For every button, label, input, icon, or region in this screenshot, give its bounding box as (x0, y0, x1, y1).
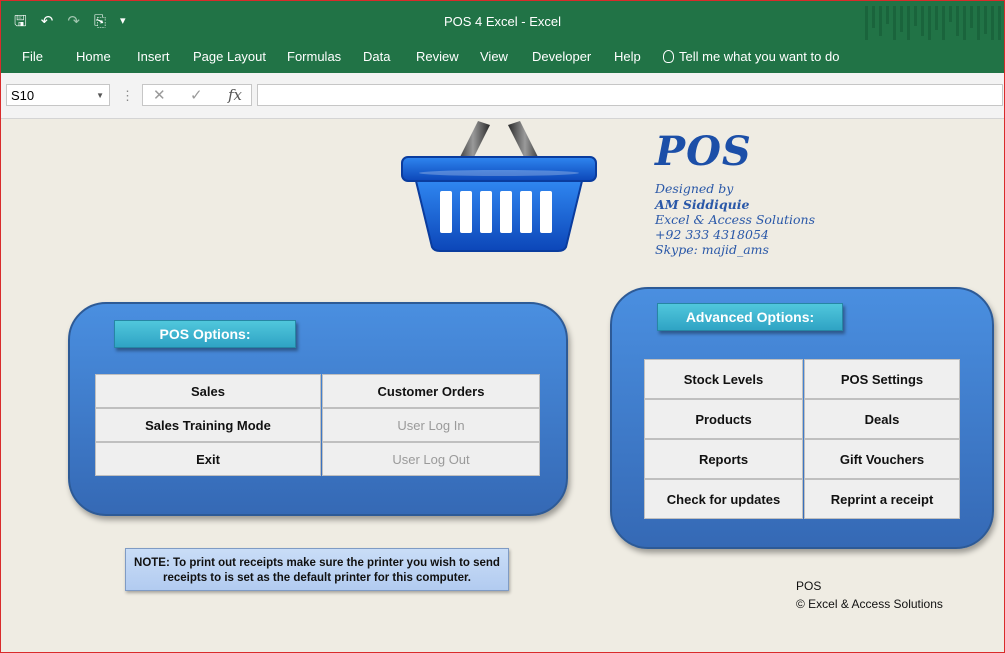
check-for-updates-button[interactable]: Check for updates (644, 479, 803, 519)
formula-buttons: ✕ ✓ fx (142, 84, 252, 106)
sales-training-mode-button[interactable]: Sales Training Mode (95, 408, 321, 442)
customer-orders-button[interactable]: Customer Orders (322, 374, 540, 408)
tab-home[interactable]: Home (76, 49, 111, 64)
tell-me-label: Tell me what you want to do (679, 49, 840, 64)
tab-formulas[interactable]: Formulas (287, 49, 341, 64)
name-box[interactable]: S10 ▼ (6, 84, 110, 106)
tab-help[interactable]: Help (614, 49, 641, 64)
tab-page-layout[interactable]: Page Layout (193, 49, 266, 64)
footer-copyright: © Excel & Access Solutions (796, 597, 943, 611)
window-title: POS 4 Excel - Excel (443, 14, 562, 29)
company-name: Excel & Access Solutions (655, 212, 816, 227)
stock-levels-button[interactable]: Stock Levels (644, 359, 803, 399)
pos-settings-button[interactable]: POS Settings (804, 359, 960, 399)
tab-developer[interactable]: Developer (532, 49, 591, 64)
tab-review[interactable]: Review (416, 49, 459, 64)
tab-data[interactable]: Data (363, 49, 390, 64)
tab-file[interactable]: File (22, 49, 43, 64)
user-log-out-button[interactable]: User Log Out (322, 442, 540, 476)
title-bar: 🖫 ↶ ↷ ⎘ ▾ POS 4 Excel - Excel (0, 0, 1005, 42)
products-button[interactable]: Products (644, 399, 803, 439)
title-bar-decoration (865, 6, 1001, 40)
formula-bar-grip-icon[interactable]: ⋮ (121, 88, 134, 104)
enter-icon[interactable]: ✓ (190, 86, 203, 104)
shopping-basket-icon (401, 121, 597, 252)
insert-function-icon[interactable]: fx (228, 86, 242, 104)
advanced-options-header: Advanced Options: (657, 303, 843, 331)
designed-by-label: Designed by (655, 181, 734, 196)
tab-view[interactable]: View (480, 49, 508, 64)
reports-button[interactable]: Reports (644, 439, 803, 479)
author-name: AM Siddiquie (655, 197, 750, 212)
footer-app-name: POS (796, 579, 822, 593)
exit-button[interactable]: Exit (95, 442, 321, 476)
lightbulb-icon (663, 50, 674, 63)
name-box-value: S10 (11, 88, 35, 103)
note-line-2: receipts to is set as the default printe… (162, 572, 471, 584)
pos-logo: POS (655, 128, 752, 175)
formula-input[interactable] (257, 84, 1003, 106)
gift-vouchers-button[interactable]: Gift Vouchers (804, 439, 960, 479)
chevron-down-icon[interactable]: ▼ (96, 85, 104, 107)
reprint-receipt-button[interactable]: Reprint a receipt (804, 479, 960, 519)
deals-button[interactable]: Deals (804, 399, 960, 439)
tab-insert[interactable]: Insert (137, 49, 170, 64)
sales-button[interactable]: Sales (95, 374, 321, 408)
phone-number: +92 333 4318054 (655, 227, 769, 242)
note-line-1: NOTE: To print out receipts make sure th… (134, 557, 500, 569)
user-log-in-button[interactable]: User Log In (322, 408, 540, 442)
ribbon-tabs: File Home Insert Page Layout Formulas Da… (0, 42, 1005, 73)
cancel-icon[interactable]: ✕ (153, 86, 166, 104)
printer-note: NOTE: To print out receipts make sure th… (125, 548, 509, 591)
skype-id: Skype: majid_ams (655, 242, 769, 257)
tell-me-search[interactable]: Tell me what you want to do (663, 49, 839, 64)
pos-options-header: POS Options: (114, 320, 296, 348)
formula-bar: S10 ▼ ⋮ ✕ ✓ fx (0, 73, 1005, 119)
